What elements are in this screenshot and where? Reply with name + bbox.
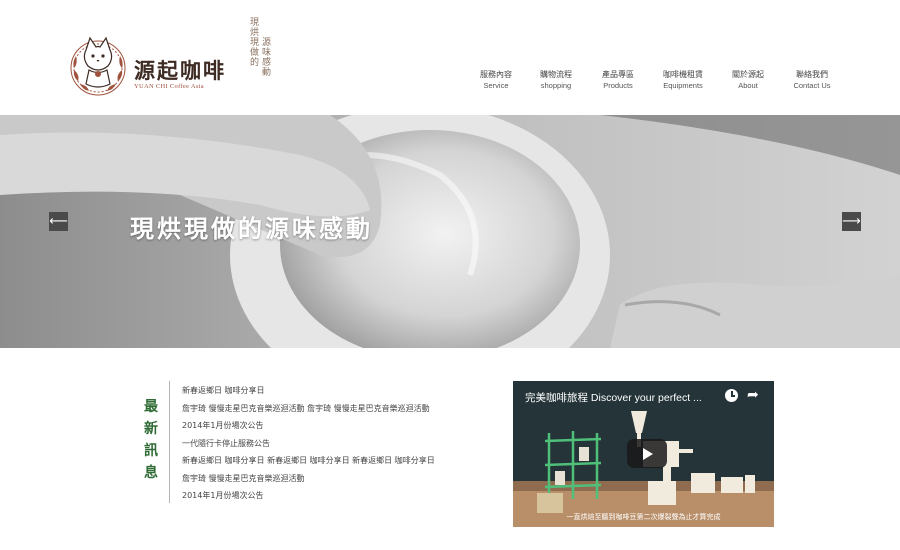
slogan-line-1: 現烘現做的 (248, 17, 258, 67)
hero-banner: 現烘現做的源味感動 ⟵ ⟶ (0, 115, 900, 348)
news-heading-char: 最 (144, 399, 158, 415)
nav-item-equipments[interactable]: 咖啡機租賃 Equipments (646, 69, 720, 91)
hero-title: 現烘現做的源味感動 (130, 215, 373, 243)
news-divider (169, 381, 170, 503)
nav-item-label: 服務內容 (480, 70, 512, 79)
slogan-line-2: 源味感動 (260, 37, 270, 77)
nav-item-products[interactable]: 產品專區 Products (590, 69, 646, 91)
nav-item-sublabel: Products (603, 81, 633, 90)
news-heading-char: 新 (144, 421, 158, 437)
play-button-icon[interactable] (627, 439, 667, 468)
news-item[interactable]: 一代隨行卡停止服務公告 (182, 435, 435, 453)
hero-next-arrow-icon[interactable]: ⟶ (842, 212, 861, 231)
news-item[interactable]: 2014年1月份場次公告 (182, 417, 435, 435)
news-heading: 最 新 訊 息 (142, 396, 160, 484)
nav-item-label: 購物流程 (540, 70, 572, 79)
nav-item-service[interactable]: 服務內容 Service (470, 69, 522, 91)
nav-item-label: 產品專區 (602, 70, 634, 79)
site-header: 源起咖啡 YUAN CHI Coffee Asia 現烘現做的 源味感動 服務內… (0, 0, 900, 115)
brand-name[interactable]: 源起咖啡 (134, 55, 226, 85)
nav-item-shopping[interactable]: 購物流程 shopping (522, 69, 590, 91)
news-list: 新春返鄉日 咖啡分享日 詹宇琦 慢慢走星巴克音樂巡迴活動 詹宇琦 慢慢走星巴克音… (182, 382, 435, 505)
nav-item-sublabel: About (738, 81, 758, 90)
nav-item-contact[interactable]: 聯絡我們 Contact Us (776, 69, 848, 91)
news-item[interactable]: 詹宇琦 慢慢走星巴克音樂巡迴活動 (182, 470, 435, 488)
news-item[interactable]: 新春返鄉日 咖啡分享日 (182, 382, 435, 400)
news-heading-char: 息 (144, 465, 158, 481)
main-nav: 服務內容 Service 購物流程 shopping 產品專區 Products… (470, 69, 848, 91)
news-item[interactable]: 詹宇琦 慢慢走星巴克音樂巡迴活動 詹宇琦 慢慢走星巴克音樂巡迴活動 (182, 400, 435, 418)
nav-item-sublabel: shopping (540, 81, 572, 90)
video-title[interactable]: 完美咖啡旅程 Discover your perfect ... (525, 390, 725, 405)
news-item[interactable]: 2014年1月份場次公告 (182, 487, 435, 505)
news-item[interactable]: 新春返鄉日 咖啡分享日 新春返鄉日 咖啡分享日 新春返鄉日 咖啡分享日 (182, 452, 435, 470)
hero-prev-arrow-icon[interactable]: ⟵ (49, 212, 68, 231)
nav-item-sublabel: Contact Us (793, 81, 831, 90)
news-heading-char: 訊 (144, 443, 158, 459)
watch-later-clock-icon[interactable] (725, 389, 738, 402)
video-caption: 一直烘焙至聽到咖啡豆第二次爆裂聲為止才算完成 (566, 513, 721, 521)
nav-item-label: 聯絡我們 (796, 70, 828, 79)
nav-item-about[interactable]: 關於源起 About (720, 69, 776, 91)
share-icon[interactable]: ➦ (747, 387, 759, 403)
nav-item-label: 關於源起 (732, 70, 764, 79)
cat-logo-icon[interactable] (62, 30, 134, 102)
nav-item-sublabel: Service (483, 81, 509, 90)
video-embed[interactable]: 完美咖啡旅程 Discover your perfect ... ➦ 一直烘焙至… (513, 381, 774, 527)
nav-item-sublabel: Equipments (663, 81, 703, 90)
brand-subtitle: YUAN CHI Coffee Asia (134, 83, 204, 90)
nav-item-label: 咖啡機租賃 (663, 70, 703, 79)
